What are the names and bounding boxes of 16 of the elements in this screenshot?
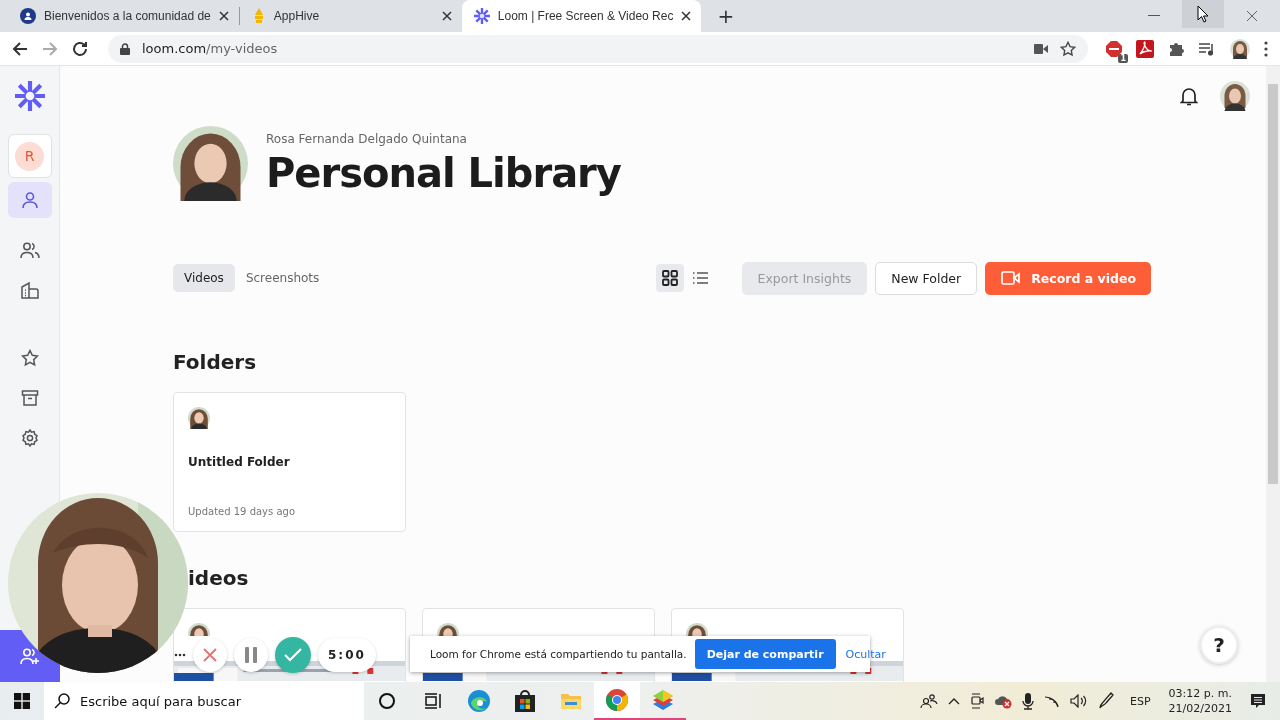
folder-updated: Updated 19 days ago [188,506,297,517]
url-text: loom.com/my-videos [142,41,278,56]
workspace-avatar: R [15,141,44,171]
tab-title: Bienvenidos a la comunidad de [44,9,211,23]
clock-date: 21/02/2021 [1168,701,1232,716]
section-heading: ideos [187,566,250,590]
page-title: Personal Library [266,149,621,196]
tab-title: AppHive [273,9,321,23]
user-name: Rosa Fernanda Delgado Quintana [266,131,468,146]
extension-badge: 1 [1118,53,1128,63]
clock-time: 03:12 p. m. [1168,686,1232,701]
folder-name: Untitled Folder [188,455,291,469]
section-heading: Folders [173,350,258,374]
sharing-message: Loom for Chrome está compartiendo tu pantalla. [430,648,687,660]
tab-title: Loom | Free Screen & Video Rec [497,9,674,23]
recording-timer: 5:00 [318,638,376,672]
